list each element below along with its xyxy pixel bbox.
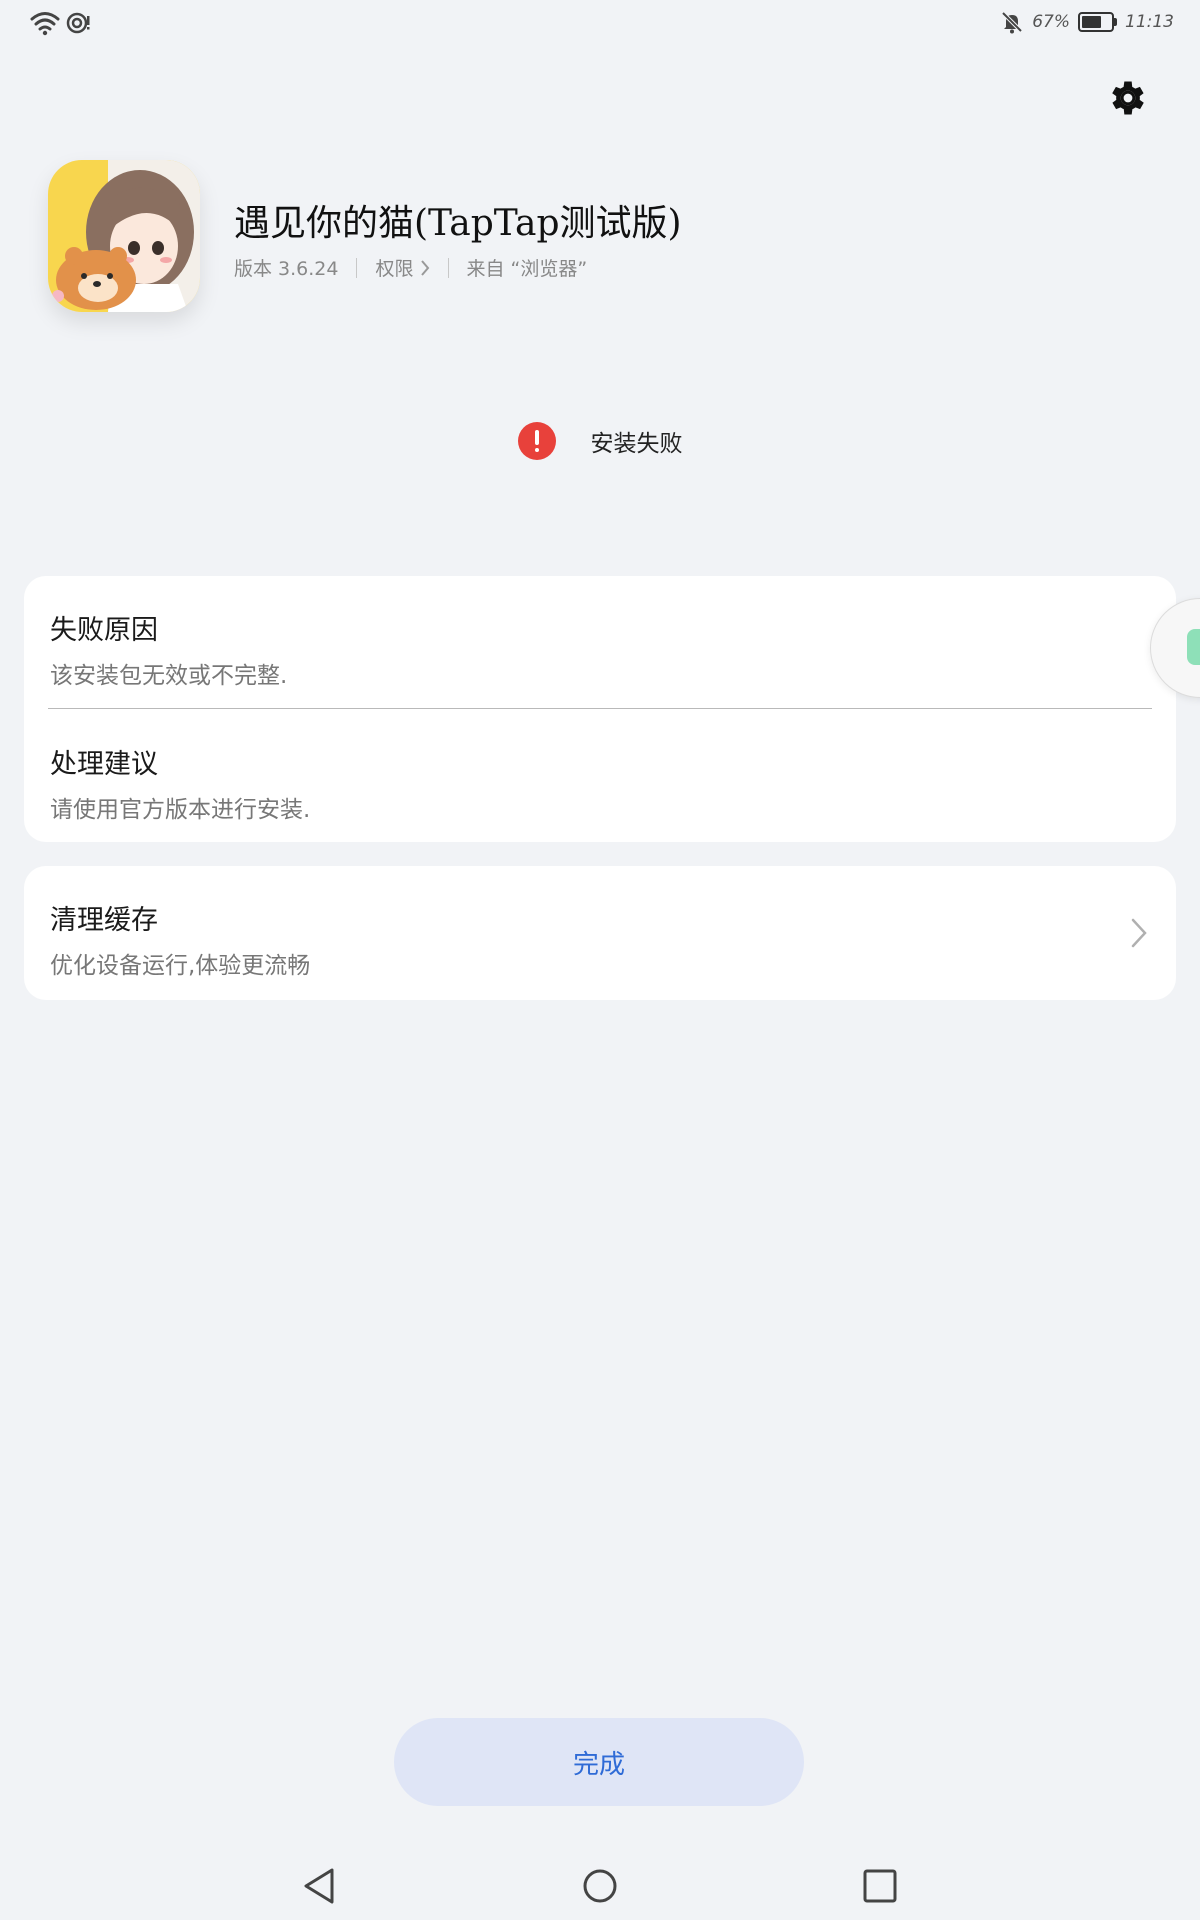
done-button[interactable]: 完成 bbox=[394, 1718, 804, 1806]
back-icon bbox=[304, 1868, 334, 1904]
assistant-icon bbox=[1187, 629, 1200, 665]
install-status: 安装失败 bbox=[0, 422, 1200, 460]
install-result-screen: 67% 11:13 遇见你的猫(TapTap测试版) 版本 3.6.24 权限 … bbox=[0, 0, 1200, 1920]
permissions-label: 权限 bbox=[375, 258, 414, 280]
failure-info-card: 失败原因 该安装包无效或不完整. 处理建议 请使用官方版本进行安装. bbox=[24, 576, 1176, 842]
app-source: 来自 “浏览器” bbox=[466, 258, 588, 280]
battery-level bbox=[1082, 16, 1101, 28]
clean-cache-title: 清理缓存 bbox=[50, 905, 158, 936]
home-button[interactable] bbox=[572, 1858, 628, 1914]
app-meta: 版本 3.6.24 权限 来自 “浏览器” bbox=[234, 254, 587, 281]
permissions-link[interactable]: 权限 bbox=[375, 254, 429, 281]
back-button[interactable] bbox=[292, 1858, 348, 1914]
app-name: 遇见你的猫(TapTap测试版) bbox=[234, 203, 682, 244]
battery-percent: 67% bbox=[1032, 12, 1070, 32]
status-right: 67% 11:13 bbox=[1000, 10, 1174, 34]
meta-divider bbox=[356, 257, 358, 278]
failure-reason-text: 该安装包无效或不完整. bbox=[50, 663, 288, 689]
app-version: 版本 3.6.24 bbox=[234, 258, 339, 280]
home-icon bbox=[583, 1869, 617, 1903]
meta-divider bbox=[447, 257, 449, 278]
app-icon bbox=[48, 160, 200, 312]
wifi-icon bbox=[30, 12, 60, 36]
status-left bbox=[30, 10, 90, 36]
battery-icon bbox=[1078, 12, 1117, 32]
recents-icon bbox=[863, 1869, 897, 1903]
clean-cache-subtitle: 优化设备运行,体验更流畅 bbox=[50, 953, 311, 979]
advice-title: 处理建议 bbox=[50, 749, 158, 780]
clean-cache-card[interactable]: 清理缓存 优化设备运行,体验更流畅 bbox=[24, 866, 1176, 1000]
status-bar: 67% 11:13 bbox=[0, 0, 1200, 48]
settings-button[interactable] bbox=[1106, 76, 1150, 120]
gear-icon bbox=[1112, 81, 1144, 115]
chevron-right-icon bbox=[1131, 918, 1147, 948]
hotspot-icon bbox=[66, 12, 90, 34]
advice-text: 请使用官方版本进行安装. bbox=[50, 797, 311, 823]
bell-muted-icon bbox=[1001, 11, 1023, 34]
chevron-right-icon bbox=[420, 259, 429, 276]
install-status-text: 安装失败 bbox=[590, 431, 683, 457]
error-icon bbox=[517, 422, 556, 460]
recents-button[interactable] bbox=[852, 1858, 908, 1914]
failure-reason-title: 失败原因 bbox=[50, 615, 158, 646]
navigation-bar bbox=[0, 1858, 1200, 1914]
card-divider bbox=[48, 708, 1152, 709]
clock: 11:13 bbox=[1125, 12, 1174, 32]
